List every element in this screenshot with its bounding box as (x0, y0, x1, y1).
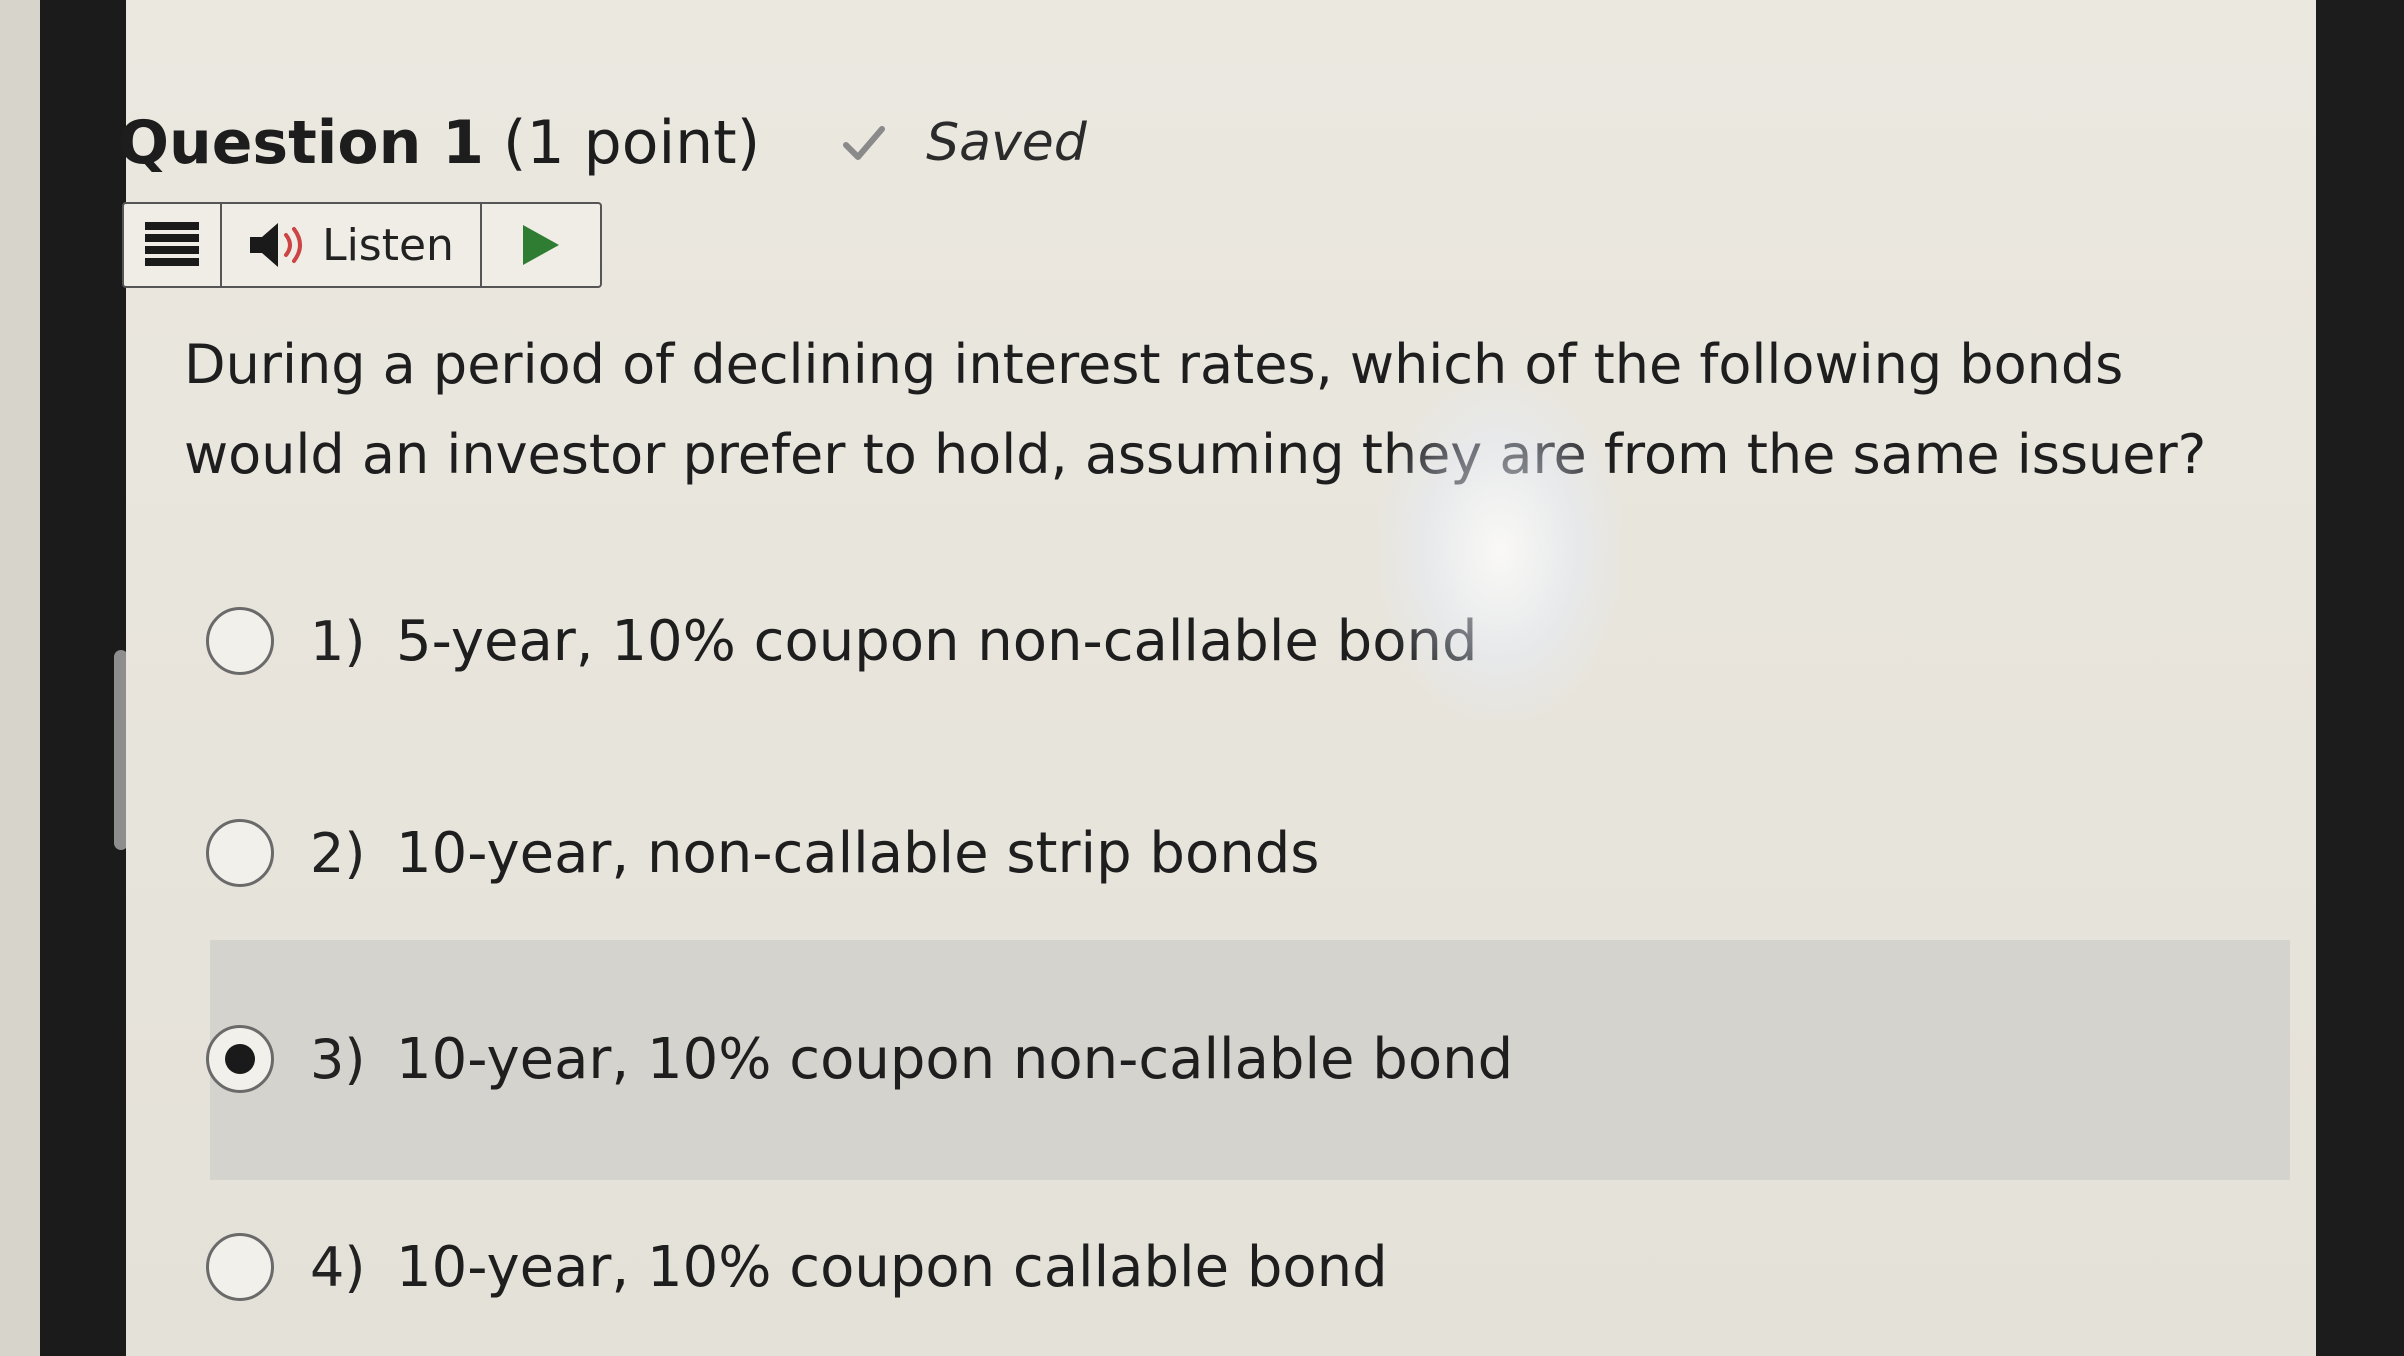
option-2[interactable]: 2) 10-year, non-callable strip bonds (206, 808, 1319, 898)
option-4-radio[interactable] (206, 1233, 274, 1301)
question-number: Question 1 (118, 108, 484, 178)
option-3-label[interactable]: 10-year, 10% coupon non-callable bond (396, 1027, 1513, 1092)
question-text: During a period of declining interest ra… (184, 333, 2207, 486)
question-title: Question 1 (1 point) (118, 108, 760, 178)
play-icon (523, 225, 559, 265)
option-2-radio[interactable] (206, 819, 274, 887)
option-4[interactable]: 4) 10-year, 10% coupon callable bond (206, 1222, 1388, 1312)
left-bezel (40, 0, 128, 1356)
screen: Question 1 (1 point) Saved Listen During… (0, 0, 2404, 1356)
speaker-icon (250, 223, 303, 267)
option-1[interactable]: 1) 5-year, 10% coupon non-callable bond (206, 596, 1478, 686)
listen-label: Listen (322, 219, 454, 271)
right-bezel (2316, 0, 2404, 1356)
option-1-number: 1) (310, 609, 366, 673)
option-2-number: 2) (310, 821, 366, 885)
question-points: (1 point) (503, 108, 761, 178)
listen-toolbar: Listen (122, 202, 602, 288)
option-2-label[interactable]: 10-year, non-callable strip bonds (396, 821, 1319, 886)
option-4-label[interactable]: 10-year, 10% coupon callable bond (396, 1235, 1388, 1300)
listen-menu-button[interactable] (124, 204, 222, 286)
option-3-number: 3) (310, 1027, 366, 1091)
option-3[interactable]: 3) 10-year, 10% coupon non-callable bond (206, 1014, 1513, 1104)
question-header: Question 1 (1 point) Saved (118, 98, 1087, 188)
saved-label: Saved (926, 113, 1087, 173)
option-3-radio[interactable] (206, 1025, 274, 1093)
option-3-selected-dot (225, 1044, 255, 1074)
option-4-number: 4) (310, 1235, 366, 1299)
saved-status: Saved (840, 113, 1087, 173)
option-1-radio[interactable] (206, 607, 274, 675)
desk-edge (0, 0, 40, 1356)
option-1-label[interactable]: 5-year, 10% coupon non-callable bond (396, 609, 1478, 674)
play-button[interactable] (482, 204, 600, 286)
menu-icon (145, 222, 199, 266)
listen-button[interactable]: Listen (222, 204, 482, 286)
check-icon (843, 126, 886, 160)
